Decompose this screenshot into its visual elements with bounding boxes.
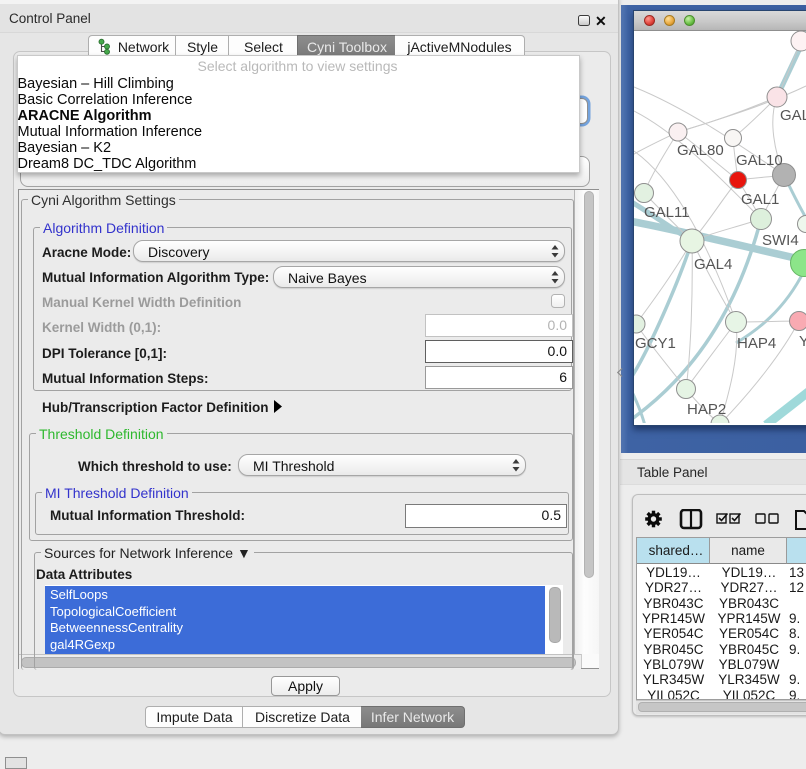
svg-text:GAL80: GAL80 [677,142,724,159]
svg-text:Y: Y [799,333,806,350]
svg-text:HAP4: HAP4 [737,335,776,352]
svg-text:GAL: GAL [780,107,806,124]
svg-text:GAL11: GAL11 [644,204,690,221]
svg-text:SWI4: SWI4 [762,232,799,249]
svg-text:GAL4: GAL4 [694,256,732,273]
svg-text:GAL10: GAL10 [736,152,783,169]
svg-text:GCY1: GCY1 [635,335,676,352]
svg-text:GAL1: GAL1 [741,191,779,208]
svg-text:HAP2: HAP2 [687,401,726,418]
